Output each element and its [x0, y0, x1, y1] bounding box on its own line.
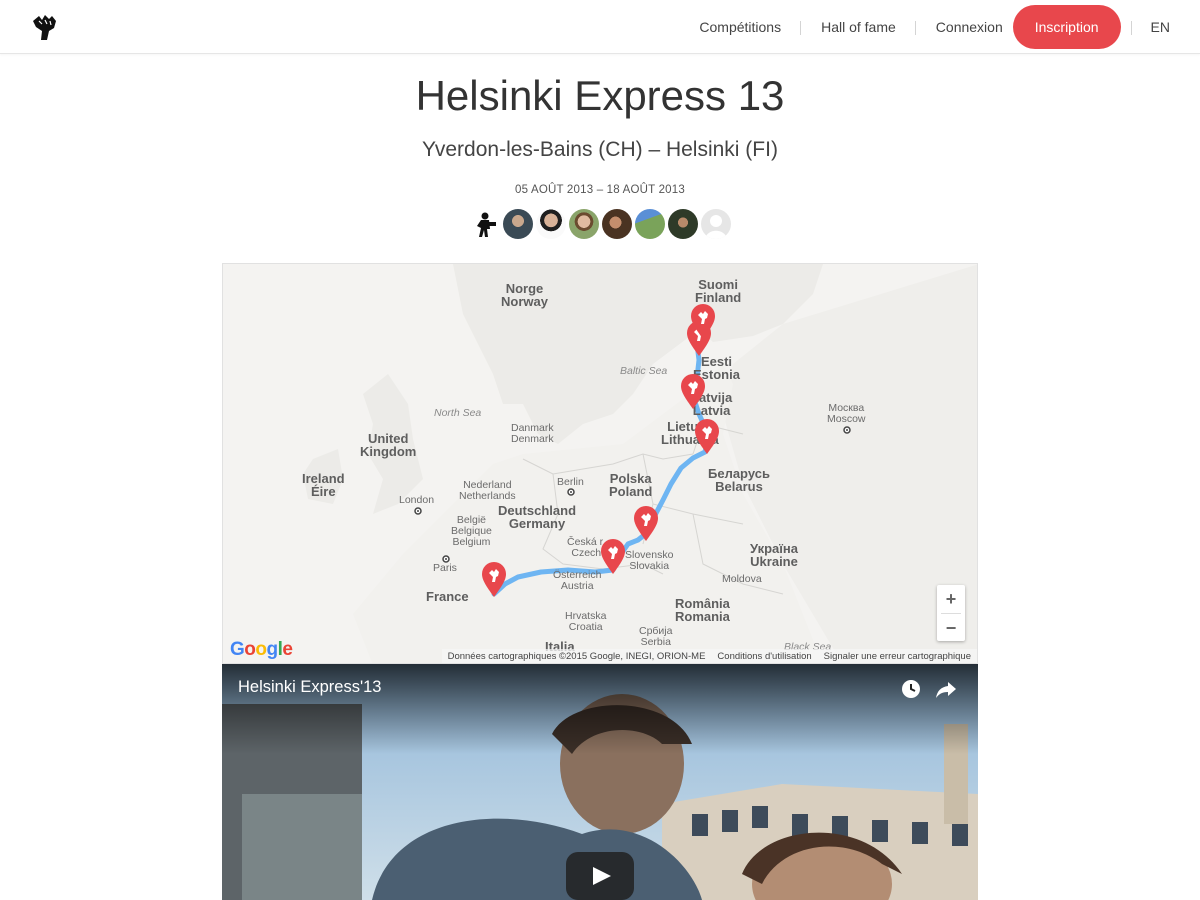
stage-marker[interactable]	[633, 506, 659, 542]
stage-marker[interactable]	[680, 374, 706, 410]
avatar-placeholder[interactable]	[701, 209, 731, 239]
clock-icon[interactable]	[900, 678, 922, 700]
nav-login[interactable]: Connexion	[916, 19, 1013, 35]
avatar[interactable]	[536, 209, 566, 239]
top-navigation-bar: Compétitions Hall of fame Connexion Insc…	[0, 0, 1200, 54]
event-dates: 05 AOÛT 2013 – 18 AOÛT 2013	[515, 184, 685, 196]
route-subtitle: Yverdon-les-Bains (CH) – Helsinki (FI)	[422, 138, 778, 161]
google-logo[interactable]: Google	[230, 639, 293, 661]
main-nav: Compétitions Hall of fame Connexion Insc…	[679, 0, 1200, 54]
route-map[interactable]: Norge Norway Suomi Finland Eesti Estonia…	[222, 263, 978, 664]
map-data-credit: Données cartographiques ©2015 Google, IN…	[447, 650, 706, 662]
map-terms-link[interactable]: Conditions d'utilisation	[717, 651, 811, 662]
stage-marker[interactable]	[600, 539, 626, 575]
avatar[interactable]	[470, 209, 500, 239]
language-switch[interactable]: EN	[1130, 19, 1200, 35]
participants-avatars	[470, 209, 734, 241]
city-dots	[414, 426, 851, 563]
nav-hall-of-fame[interactable]: Hall of fame	[801, 19, 916, 35]
zoom-control: + −	[937, 585, 965, 641]
video-player[interactable]: Helsinki Express'13	[222, 664, 978, 900]
map-attribution: Données cartographiques ©2015 Google, IN…	[441, 649, 977, 663]
raised-fist-logo-icon[interactable]	[30, 12, 58, 42]
play-icon	[593, 867, 611, 885]
avatar[interactable]	[503, 209, 533, 239]
zoom-in-button[interactable]: +	[937, 585, 965, 613]
avatar[interactable]	[668, 209, 698, 239]
stage-marker[interactable]	[694, 419, 720, 455]
share-arrow-icon[interactable]	[935, 678, 957, 700]
page-title: Helsinki Express 13	[415, 72, 785, 119]
avatar[interactable]	[569, 209, 599, 239]
avatar[interactable]	[602, 209, 632, 239]
play-button[interactable]	[566, 852, 634, 900]
map-report-link[interactable]: Signaler une erreur cartographique	[824, 651, 971, 662]
nav-competitions[interactable]: Compétitions	[679, 19, 801, 35]
stage-marker[interactable]	[690, 304, 716, 340]
avatar[interactable]	[635, 209, 665, 239]
zoom-out-button[interactable]: −	[937, 614, 965, 642]
stage-marker[interactable]	[481, 562, 507, 598]
signup-button[interactable]: Inscription	[1012, 5, 1121, 49]
video-title[interactable]: Helsinki Express'13	[238, 678, 381, 697]
